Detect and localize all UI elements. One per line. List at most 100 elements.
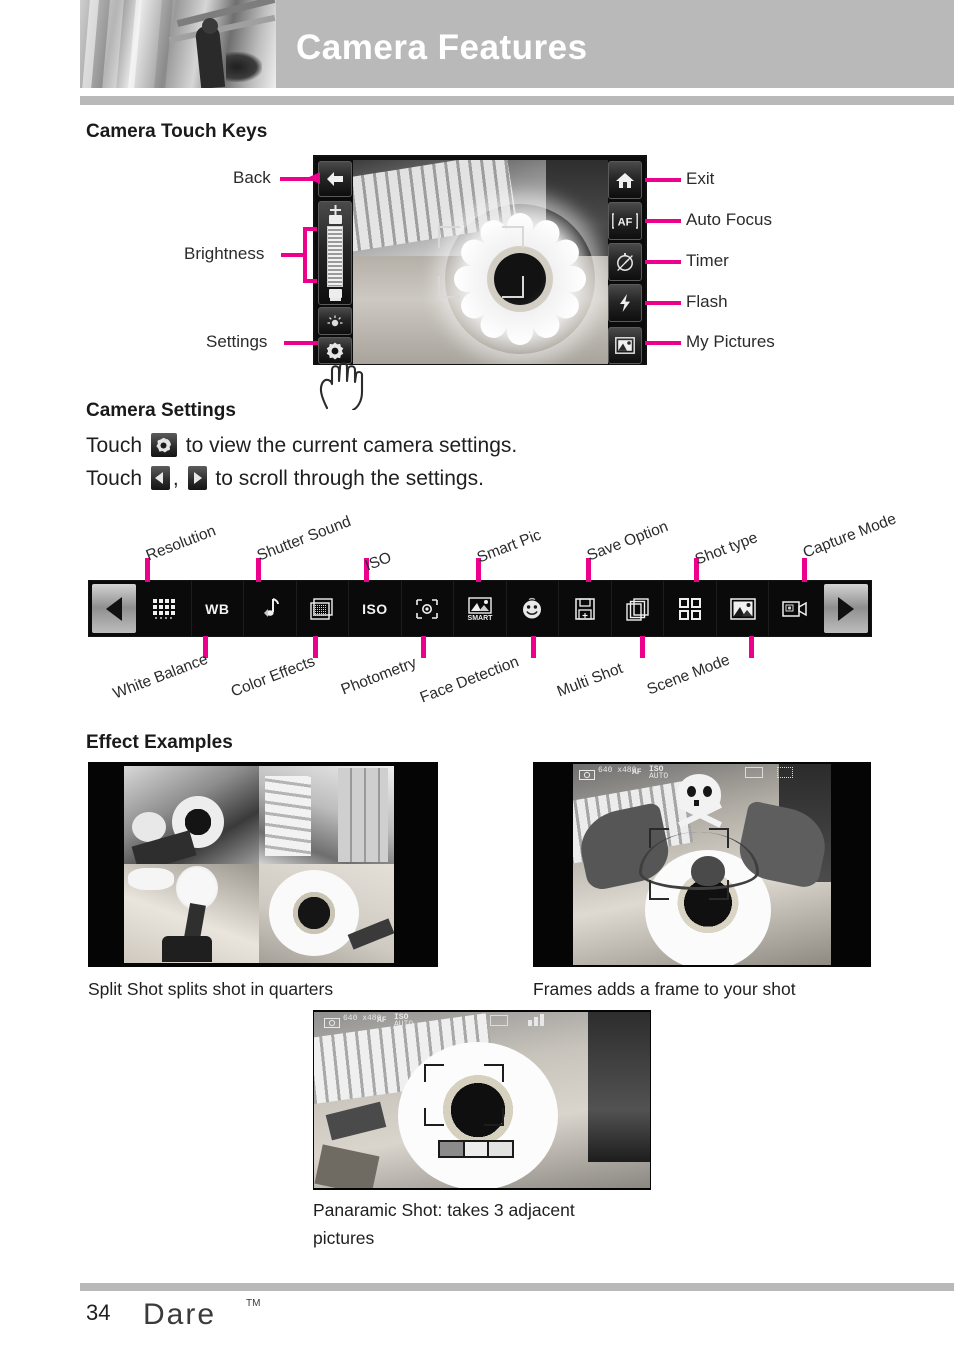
settings-next-arrow-icon[interactable] [824,584,868,633]
brightness-slider-icon[interactable] [318,201,352,305]
comma-separator: , [172,467,179,490]
home-icon[interactable] [608,161,642,199]
touch-word-1: Touch [86,434,143,457]
heading-effect-examples: Effect Examples [86,732,233,753]
label-smart-pic: Smart Pic [474,526,544,567]
heading-camera-settings: Camera Settings [86,400,236,421]
tick-face-detection [531,636,536,658]
label-shutter-sound: Shutter Sound [254,513,354,565]
settings-instruction-line-2: Touch , to scroll through the settings. [86,466,484,491]
leader-flash [645,301,681,305]
settings-prev-arrow-icon[interactable] [92,584,136,633]
osd-iso-value: AUTO [649,772,669,781]
save-option-icon[interactable] [559,581,612,636]
label-shot-type: Shot type [692,529,761,569]
iso-icon[interactable]: ISO [349,581,402,636]
panoramic-example: 640 x480 AF ISO AUTO [313,1010,651,1190]
iso-glyph: ISO [362,600,388,617]
shot-type-icon[interactable] [664,581,717,636]
label-iso: ISO [362,549,394,575]
settings-instruction-2-tail: to scroll through the settings. [215,467,484,490]
label-white-balance: White Balance [110,650,211,703]
photometry-icon[interactable] [402,581,455,636]
color-effects-icon[interactable] [297,581,350,636]
osd-af-pano: AF [377,1016,387,1025]
label-save-option: Save Option [584,518,671,565]
callout-settings-label: Settings [206,332,268,351]
callout-flash-label: Flash [686,292,728,311]
callout-my-pictures-label: My Pictures [686,332,775,351]
header-rule [80,96,954,105]
af-icon[interactable]: AF [608,202,642,240]
leader-timer [645,260,681,264]
svg-text:SMART: SMART [468,615,494,621]
osd-camera-icon-pano [324,1018,340,1028]
footer-rule [80,1283,954,1291]
callout-auto-focus-label: Auto Focus [686,210,772,229]
svg-text:AF: AF [618,217,633,229]
osd-resolution: 640 x480 [598,766,637,775]
callout-exit-label: Exit [686,169,715,188]
scene-mode-icon[interactable] [717,581,770,636]
brightness-auto-icon[interactable] [318,307,352,335]
leader-brightness-bottom [303,279,317,283]
white-balance-glyph: WB [205,600,230,617]
caption-panoramic-line2: pictures [313,1228,375,1248]
caption-split-shot: Split Shot splits shot in quarters [88,979,334,999]
camera-settings-toolbar[interactable]: WB ISO SMART [88,580,872,637]
label-photometry: Photometry [338,654,419,699]
heading-camera-touch-keys: Camera Touch Keys [86,121,268,142]
page-number: 34 [86,1300,111,1325]
osd-battery-icon [777,767,793,778]
label-resolution: Resolution [143,522,219,565]
arrow-left-icon-inline[interactable] [150,466,170,490]
osd-memory-icon-pano [490,1015,508,1026]
label-color-effects: Color Effects [228,652,318,701]
label-multi-shot: Multi Shot [554,659,626,701]
camera-preview-illustration: AF [313,155,647,365]
back-arrow-icon[interactable] [318,161,352,197]
smart-pic-icon[interactable]: SMART [454,581,507,636]
settings-instruction-line-1: Touch to view the current camera setting… [86,433,517,458]
gear-icon-inline[interactable] [150,433,177,457]
tick-scene-mode [749,636,754,658]
frames-example: 640 x480 AF ISO AUTO [533,762,871,967]
timer-icon[interactable] [608,243,642,281]
white-balance-icon[interactable]: WB [192,581,245,636]
arrow-right-icon-inline[interactable] [187,466,207,490]
osd-memory-icon [745,767,763,778]
leader-exit [645,178,681,182]
callout-timer-label: Timer [686,251,729,270]
resolution-icon[interactable] [139,581,192,636]
split-shot-example [88,762,438,967]
tick-photometry [421,636,426,658]
label-scene-mode: Scene Mode [644,651,733,699]
leader-brightness-bracket [303,227,307,283]
capture-mode-icon[interactable] [769,581,821,636]
focus-frame [437,226,524,298]
osd-camera-icon [579,770,595,780]
multi-shot-icon[interactable] [612,581,665,636]
callout-back-label: Back [233,168,271,187]
label-face-detection: Face Detection [417,653,522,707]
arrowhead-back [307,172,320,184]
tick-multi-shot [640,636,645,658]
tick-color-effects [313,636,318,658]
camera-viewfinder-photo [353,160,608,364]
page-header: Camera Features [80,0,954,88]
leader-auto-focus [645,219,681,223]
osd-af: AF [632,768,642,777]
osd-battery-icon-pano [528,1014,544,1026]
callout-brightness-label: Brightness [184,244,265,263]
brand-trademark: TM [246,1298,261,1309]
hand-pointer-icon [319,362,364,410]
face-detection-icon[interactable] [507,581,560,636]
caption-panoramic-line1: Panaramic Shot: takes 3 adjacent [313,1200,575,1220]
osd-iso-value-pano: AUTO [394,1020,414,1029]
label-capture-mode: Capture Mode [800,510,899,562]
flash-icon[interactable] [608,284,642,322]
touch-word-2: Touch [86,467,143,490]
shutter-sound-icon[interactable] [244,581,297,636]
leader-brightness-top [303,227,317,231]
my-pictures-icon[interactable] [608,327,642,364]
